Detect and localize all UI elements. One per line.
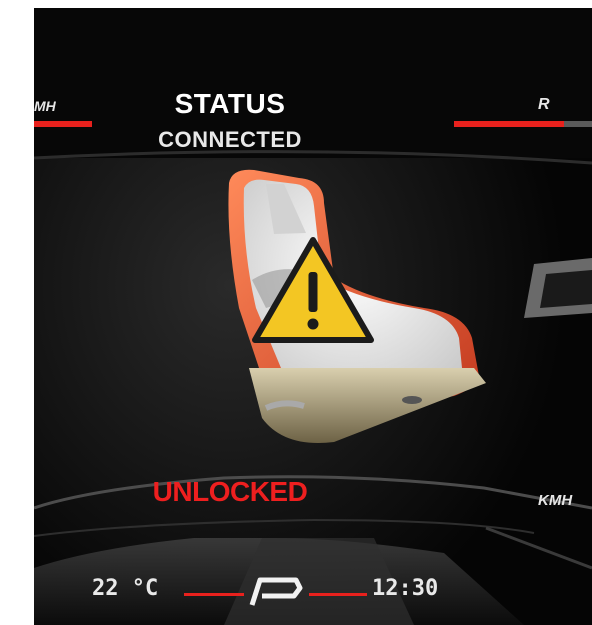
status-title: STATUS <box>174 88 286 119</box>
clock-readout: 12:30 <box>372 576 439 601</box>
connection-status: CONNECTED <box>158 127 302 152</box>
gear-indicator-right: R <box>538 96 550 113</box>
gear-indicator: P <box>252 578 302 608</box>
speed-unit-label: KMH <box>538 492 573 509</box>
temperature-readout: 22 °C <box>92 576 159 601</box>
dashboard-screen: MH R STATUS CONNECTED UNLOCKED KMH 22 °C… <box>34 8 592 625</box>
seat-lock-status: UNLOCKED <box>152 476 308 507</box>
